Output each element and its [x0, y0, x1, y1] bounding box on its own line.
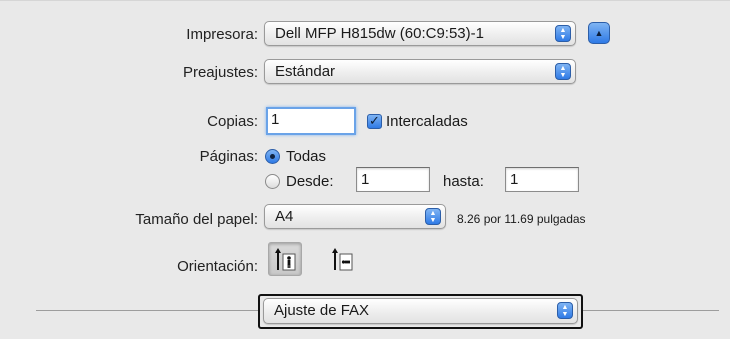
presets-select[interactable]: Estándar ▲ ▼ [264, 59, 576, 84]
paper-size-select[interactable]: A4 ▲ ▼ [264, 204, 446, 229]
printer-select[interactable]: Dell MFP H815dw (60:C9:53)-1 ▲ ▼ [264, 21, 576, 46]
updown-arrows-icon: ▲ ▼ [425, 208, 441, 225]
paper-dimensions: 8.26 por 11.69 pulgadas [457, 212, 586, 226]
collate-label: Intercaladas [386, 113, 468, 130]
pages-to-input[interactable]: 1 [505, 167, 579, 192]
copies-label: Copias: [207, 113, 258, 130]
pages-all-radio[interactable] [265, 149, 280, 164]
pages-from-label: Desde: [286, 173, 334, 190]
updown-arrows-icon: ▲ ▼ [555, 25, 571, 42]
updown-arrows-icon: ▲ ▼ [557, 302, 573, 319]
section-select-value: Ajuste de FAX [274, 302, 370, 319]
portrait-orientation-button[interactable] [268, 242, 302, 276]
landscape-orientation-icon [332, 248, 353, 271]
copies-input[interactable]: 1 [266, 107, 356, 135]
pages-range-radio[interactable] [265, 174, 280, 189]
pages-to-label: hasta: [443, 173, 484, 190]
pages-from-input[interactable]: 1 [356, 167, 430, 192]
portrait-orientation-icon [275, 248, 296, 271]
print-dialog-panel: Impresora: Dell MFP H815dw (60:C9:53)-1 … [0, 0, 730, 339]
checkmark-icon: ✓ [369, 113, 380, 128]
pages-all-label: Todas [286, 148, 327, 165]
updown-arrows-icon: ▲ ▼ [555, 63, 571, 80]
section-divider-left [36, 310, 258, 311]
printer-label: Impresora: [186, 26, 258, 43]
collate-checkbox[interactable]: ✓ [367, 114, 382, 129]
pages-label: Páginas: [199, 148, 258, 165]
printer-select-value: Dell MFP H815dw (60:C9:53)-1 [275, 25, 484, 42]
paper-size-value: A4 [275, 208, 294, 225]
presets-label: Preajustes: [182, 64, 258, 81]
section-divider-right [583, 310, 719, 311]
section-select[interactable]: Ajuste de FAX ▲ ▼ [263, 298, 578, 324]
orientation-label: Orientación: [177, 258, 258, 275]
presets-select-value: Estándar [275, 63, 336, 80]
collapse-details-button[interactable]: ▲ [588, 22, 610, 44]
triangle-up-icon: ▲ [594, 28, 604, 38]
paper-size-label: Tamaño del papel: [135, 211, 258, 228]
landscape-orientation-button[interactable] [325, 242, 359, 276]
